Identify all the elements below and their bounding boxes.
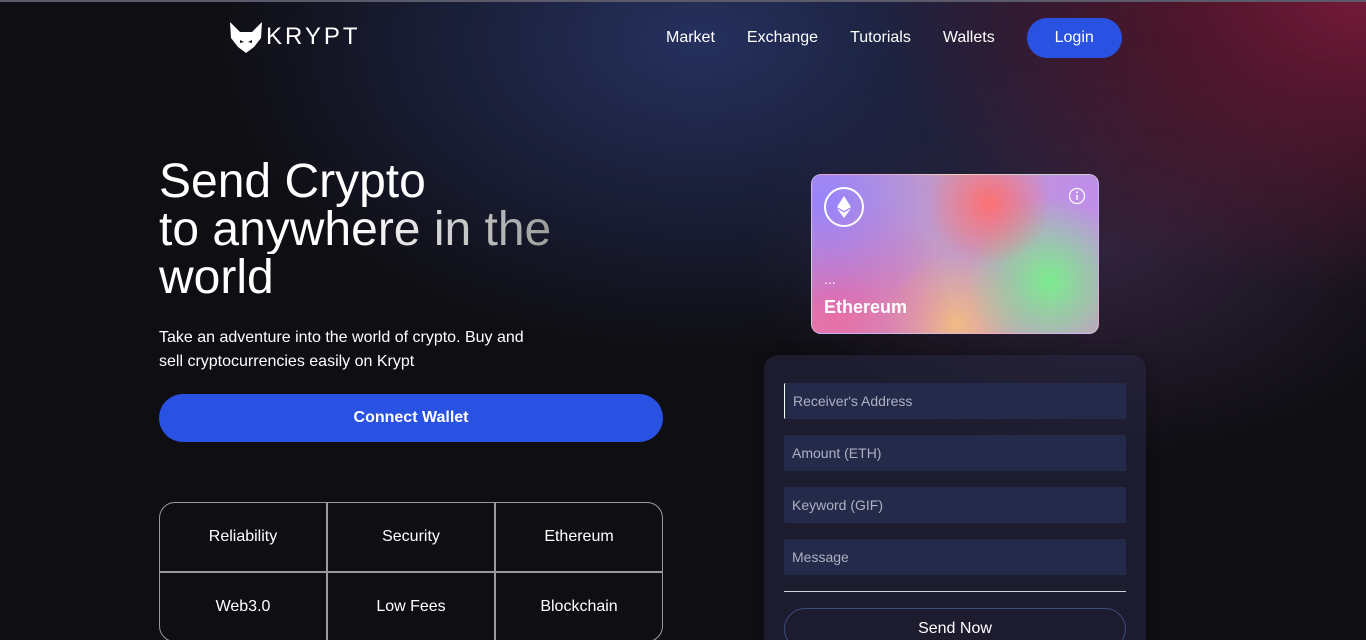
connect-wallet-button[interactable]: Connect Wallet	[159, 394, 663, 442]
feature-security: Security	[327, 502, 495, 572]
fox-logo-icon	[230, 22, 262, 53]
amount-input[interactable]	[784, 435, 1126, 471]
login-button[interactable]: Login	[1026, 18, 1122, 58]
info-icon[interactable]	[1068, 187, 1086, 205]
hero-title: Send Crypto to anywhere in the world	[159, 158, 554, 302]
keyword-input[interactable]	[784, 487, 1126, 523]
feature-low-fees: Low Fees	[327, 572, 495, 640]
feature-web3: Web3.0	[159, 572, 327, 640]
krypt-logo[interactable]: KRYPT	[228, 20, 361, 54]
feature-ethereum: Ethereum	[495, 502, 663, 572]
ethereum-icon	[824, 187, 864, 227]
receiver-address-input[interactable]	[784, 383, 1126, 419]
hero-title-line-3: world	[159, 251, 274, 304]
form-divider	[784, 591, 1126, 592]
message-input[interactable]	[784, 539, 1126, 575]
nav-item-wallets[interactable]: Wallets	[927, 18, 1011, 58]
feature-reliability: Reliability	[159, 502, 327, 572]
ethereum-card: ... Ethereum	[811, 174, 1099, 334]
hero-title-line-2: to anywhere in the	[159, 206, 554, 254]
card-network-name: Ethereum	[824, 297, 908, 317]
hero-title-line-1: Send Crypto	[159, 155, 426, 208]
main-nav: Market Exchange Tutorials Wallets Login	[650, 18, 1122, 58]
nav-item-tutorials[interactable]: Tutorials	[834, 18, 927, 58]
top-border	[0, 0, 1366, 2]
feature-blockchain: Blockchain	[495, 572, 663, 640]
send-form: Send Now	[764, 355, 1146, 640]
hero-subtitle: Take an adventure into the world of cryp…	[159, 329, 524, 370]
nav-item-exchange[interactable]: Exchange	[731, 18, 834, 58]
brand-name: KRYPT	[266, 23, 361, 50]
card-address: ...	[824, 271, 836, 287]
send-now-button[interactable]: Send Now	[784, 608, 1126, 640]
features-grid: Reliability Security Ethereum Web3.0 Low…	[159, 502, 663, 640]
nav-item-market[interactable]: Market	[650, 18, 731, 58]
